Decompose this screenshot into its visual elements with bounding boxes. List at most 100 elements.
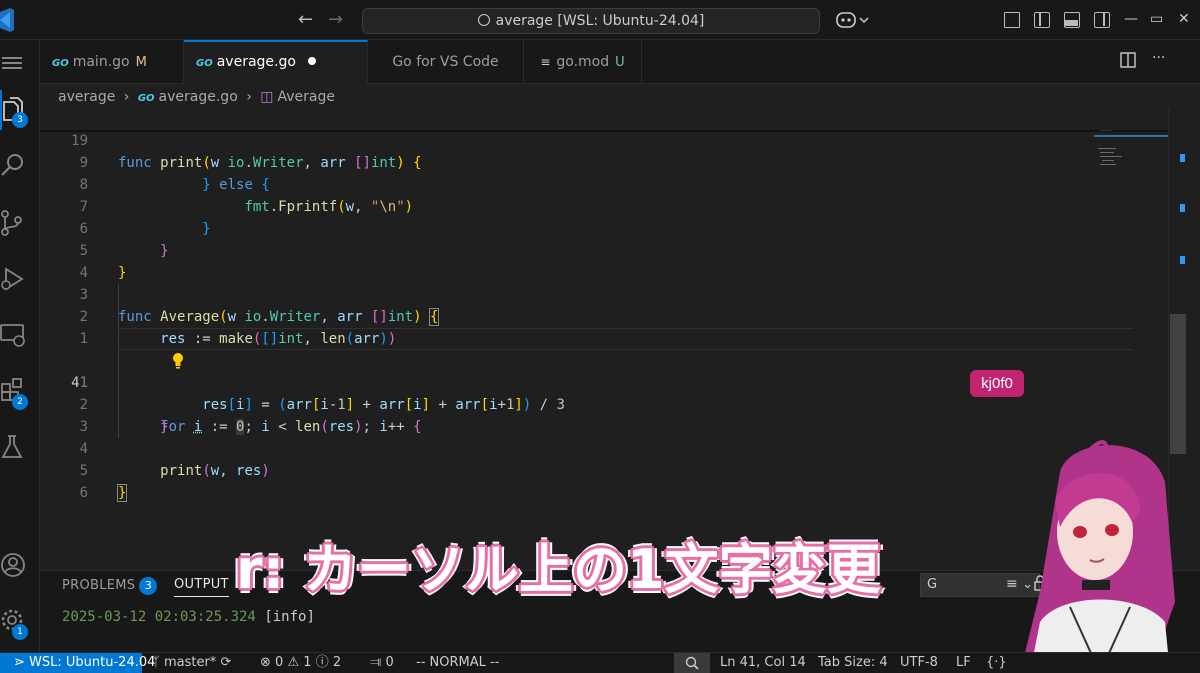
code-row: 4 bbox=[40, 240, 1168, 281]
close-window-icon[interactable]: ✕ bbox=[1178, 9, 1190, 29]
sticky-scroll-shadow bbox=[40, 130, 1168, 133]
minimap-line bbox=[1100, 152, 1114, 153]
search-view-icon[interactable] bbox=[0, 152, 26, 178]
tab-label: Go for VS Code bbox=[392, 54, 499, 70]
minimap-selection bbox=[1094, 135, 1168, 137]
extensions-badge: 2 bbox=[12, 394, 28, 410]
code-row: 1 res[i] = (arr[i-1] + arr[i] + arr[i+1]… bbox=[40, 350, 1168, 413]
search-icon bbox=[477, 14, 490, 26]
minimap-line bbox=[1098, 148, 1116, 149]
ports-indicator[interactable]: ⫥ 0 bbox=[370, 653, 394, 673]
menu-icon[interactable] bbox=[0, 50, 26, 76]
info-count: 2 bbox=[332, 655, 342, 670]
source-control-icon[interactable] bbox=[0, 210, 26, 236]
restore-window-icon[interactable]: ▭ bbox=[1150, 9, 1163, 29]
code-editor[interactable]: 19 func print(w io.Writer, arr []int) { … bbox=[40, 108, 1168, 570]
back-arrow-icon[interactable]: ← bbox=[298, 10, 313, 30]
go-file-icon: GO bbox=[52, 58, 69, 69]
encoding[interactable]: UTF-8 bbox=[900, 653, 938, 673]
code-row: 2 res := make([]int, len(arr)) bbox=[40, 284, 1168, 347]
cursor-position[interactable]: Ln 41, Col 14 bbox=[720, 653, 806, 673]
file-lines-icon: ≡ bbox=[540, 55, 551, 69]
customize-layout-icon[interactable] bbox=[1004, 12, 1020, 28]
remote-indicator[interactable]: ⋗ WSL: Ubuntu-24.04 bbox=[0, 653, 155, 673]
breadcrumb-symbol[interactable]: Average bbox=[278, 89, 336, 105]
scrollbar-marker bbox=[1180, 204, 1185, 212]
broadcast-icon: ⫥ bbox=[370, 655, 382, 670]
line-number: 19 bbox=[71, 133, 88, 149]
more-actions-icon[interactable]: ··· bbox=[1152, 50, 1165, 66]
language-braces-icon[interactable]: {·} bbox=[986, 653, 1007, 673]
tab-label: go.mod bbox=[556, 54, 610, 70]
tab-size[interactable]: Tab Size: 4 bbox=[818, 653, 888, 673]
vim-mode: -- NORMAL -- bbox=[416, 655, 500, 670]
tab-go-for-vscode[interactable]: Go for VS Code bbox=[368, 40, 524, 84]
editor-tabs: GO main.go M GO average.go Go for VS Code ≡… bbox=[40, 40, 1200, 84]
indent-guide bbox=[118, 284, 119, 438]
go-file-icon: GO bbox=[196, 58, 213, 69]
code-row: 5 } bbox=[40, 218, 1168, 281]
warning-count: 1 bbox=[303, 655, 312, 670]
lightbulb-icon[interactable] bbox=[120, 330, 183, 369]
command-center-search[interactable]: average [WSL: Ubuntu-24.04] bbox=[362, 8, 820, 34]
modified-indicator: M bbox=[135, 55, 147, 70]
zoom-icon[interactable] bbox=[674, 653, 710, 673]
code-row: 6 } bbox=[40, 196, 1168, 259]
command-center-label: average [WSL: Ubuntu-24.04] bbox=[495, 13, 705, 29]
toggle-panel-icon[interactable] bbox=[1064, 12, 1080, 28]
remote-icon: ⋗ bbox=[14, 655, 25, 670]
stream-tag: kj0f0 bbox=[970, 370, 1024, 397]
accounts-icon[interactable] bbox=[0, 552, 26, 578]
info-icon: ⓘ bbox=[315, 655, 329, 670]
minimize-window-icon[interactable]: — bbox=[1124, 9, 1138, 29]
go-file-icon: GO bbox=[137, 93, 155, 104]
remote-explorer-icon[interactable] bbox=[0, 322, 26, 348]
explorer-badge: 3 bbox=[12, 112, 28, 128]
settings-badge: 1 bbox=[12, 624, 28, 640]
sticky-scroll-line[interactable]: 19 func print(w io.Writer, arr []int) { bbox=[40, 108, 1168, 171]
code-row: 3 bbox=[40, 394, 1168, 435]
code-row: 7 } bbox=[40, 174, 1168, 237]
scrollbar-marker bbox=[1180, 154, 1185, 162]
vscode-logo-icon bbox=[0, 8, 14, 32]
sync-icon[interactable]: ⟳ bbox=[220, 655, 231, 670]
tab-main-go[interactable]: GO main.go M bbox=[40, 40, 184, 84]
breadcrumb-folder[interactable]: average bbox=[58, 89, 115, 105]
branch-indicator[interactable]: ᛉ master* ⟳ bbox=[152, 653, 231, 673]
line-number: 6 bbox=[79, 485, 88, 501]
copilot-icon[interactable] bbox=[836, 10, 870, 30]
tab-average-go[interactable]: GO average.go bbox=[184, 40, 368, 84]
run-debug-icon[interactable] bbox=[0, 266, 26, 292]
tab-problems[interactable]: PROBLEMS 3 bbox=[62, 577, 158, 595]
end-of-line[interactable]: LF bbox=[956, 653, 971, 673]
chevron-right-icon: › bbox=[123, 89, 130, 105]
code-row: 3 func Average(w io.Writer, arr []int) { bbox=[40, 262, 1168, 326]
tab-output[interactable]: OUTPUT bbox=[174, 577, 229, 597]
problems-label: PROBLEMS bbox=[62, 578, 136, 593]
status-bar: ⋗ WSL: Ubuntu-24.04 ᛉ master* ⟳ ⊗ 0 ⚠ 1 … bbox=[0, 652, 1200, 673]
split-editor-icon[interactable] bbox=[1120, 52, 1136, 72]
untracked-indicator: U bbox=[615, 55, 625, 70]
symbol-cube-icon: ◫ bbox=[260, 89, 274, 105]
problems-count-badge: 3 bbox=[139, 577, 158, 595]
code-line: func print(w io.Writer, arr []int) { bbox=[118, 155, 422, 171]
tab-label: average.go bbox=[216, 54, 296, 70]
testing-flask-icon[interactable] bbox=[0, 434, 26, 460]
code-row: 6 bbox=[40, 460, 1168, 501]
toggle-secondary-sidebar-icon[interactable] bbox=[1094, 12, 1110, 28]
minimap-line bbox=[1102, 160, 1114, 161]
toggle-primary-sidebar-icon[interactable] bbox=[1034, 12, 1050, 28]
video-caption: r: カーソル上の1文字変更 bbox=[236, 538, 881, 601]
breadcrumb-file[interactable]: average.go bbox=[159, 89, 238, 105]
cursor-line-highlight bbox=[118, 328, 1133, 350]
branch-label: master* bbox=[163, 655, 217, 670]
problems-summary[interactable]: ⊗ 0 ⚠ 1 ⓘ 2 bbox=[260, 653, 341, 673]
minimap-line bbox=[1100, 156, 1122, 157]
warning-icon: ⚠ bbox=[287, 655, 300, 670]
forward-arrow-icon[interactable]: → bbox=[328, 10, 343, 30]
error-icon: ⊗ bbox=[260, 655, 271, 670]
tab-go-mod[interactable]: ≡ go.mod U bbox=[524, 40, 642, 84]
code-line: } bbox=[116, 484, 128, 502]
code-row: 4 print(w, res) bbox=[40, 416, 1168, 479]
unsaved-dot-icon[interactable] bbox=[307, 57, 316, 65]
